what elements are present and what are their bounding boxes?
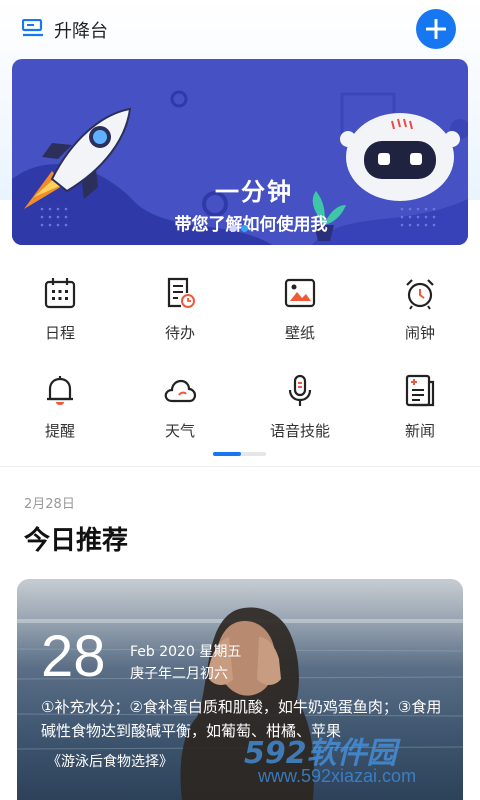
banner-dot-active[interactable] — [241, 225, 248, 232]
cloud-icon — [164, 379, 197, 403]
shortcut-wallpaper[interactable]: 壁纸 — [240, 270, 360, 350]
page-title: 升降台 — [54, 21, 108, 42]
microphone-icon — [288, 374, 312, 406]
shortcut-pager-thumb — [213, 452, 241, 456]
card-day: 28 — [41, 624, 106, 689]
shortcut-news[interactable]: 新闻 — [360, 368, 480, 448]
calendar-icon — [44, 278, 76, 309]
section-divider — [0, 466, 480, 467]
shortcut-weather[interactable]: 天气 — [120, 368, 240, 448]
banner-dot[interactable] — [230, 225, 237, 232]
shortcut-label: 壁纸 — [284, 324, 315, 342]
shortcut-reminder[interactable]: 提醒 — [0, 368, 120, 448]
add-button[interactable] — [416, 9, 456, 49]
shortcut-label: 待办 — [164, 324, 195, 342]
shortcut-pager — [213, 452, 266, 456]
banner-subtitle: 带您了解如何使用我 — [174, 215, 328, 235]
watermark-url: www.592xiazai.com — [258, 766, 417, 786]
shortcut-label: 语音技能 — [269, 422, 330, 440]
promo-banner[interactable]: 一分钟 带您了解如何使用我 — [12, 59, 468, 245]
shortcut-alarm[interactable]: 闹钟 — [360, 270, 480, 350]
banner-title: 一分钟 — [215, 178, 293, 206]
shortcut-label: 天气 — [164, 422, 195, 440]
recommend-title: 今日推荐 — [24, 526, 129, 556]
shortcut-label: 日程 — [44, 324, 75, 342]
recommend-date: 2月28日 — [24, 497, 75, 512]
shortcut-todo[interactable]: 待办 — [120, 270, 240, 350]
card-date: Feb 2020 星期五 — [130, 644, 242, 660]
robot-icon — [340, 113, 460, 201]
shortcut-label: 提醒 — [44, 422, 75, 440]
card-lunar-date: 庚子年二月初六 — [130, 666, 228, 682]
menu-icon[interactable] — [22, 19, 44, 39]
shortcut-label: 新闻 — [404, 422, 435, 440]
wallpaper-icon — [284, 278, 316, 308]
plus-icon — [426, 19, 446, 39]
shortcut-schedule[interactable]: 日程 — [0, 270, 120, 350]
news-icon — [405, 374, 435, 407]
app-header: 升降台 — [0, 0, 480, 58]
banner-pagination — [230, 225, 248, 232]
todo-icon — [167, 277, 195, 308]
card-source[interactable]: 《游泳后食物选择》 — [47, 751, 173, 771]
shortcut-voice-skills[interactable]: 语音技能 — [240, 368, 360, 448]
alarm-icon — [406, 279, 434, 310]
shortcut-label: 闹钟 — [404, 324, 435, 342]
bell-icon — [47, 376, 73, 405]
